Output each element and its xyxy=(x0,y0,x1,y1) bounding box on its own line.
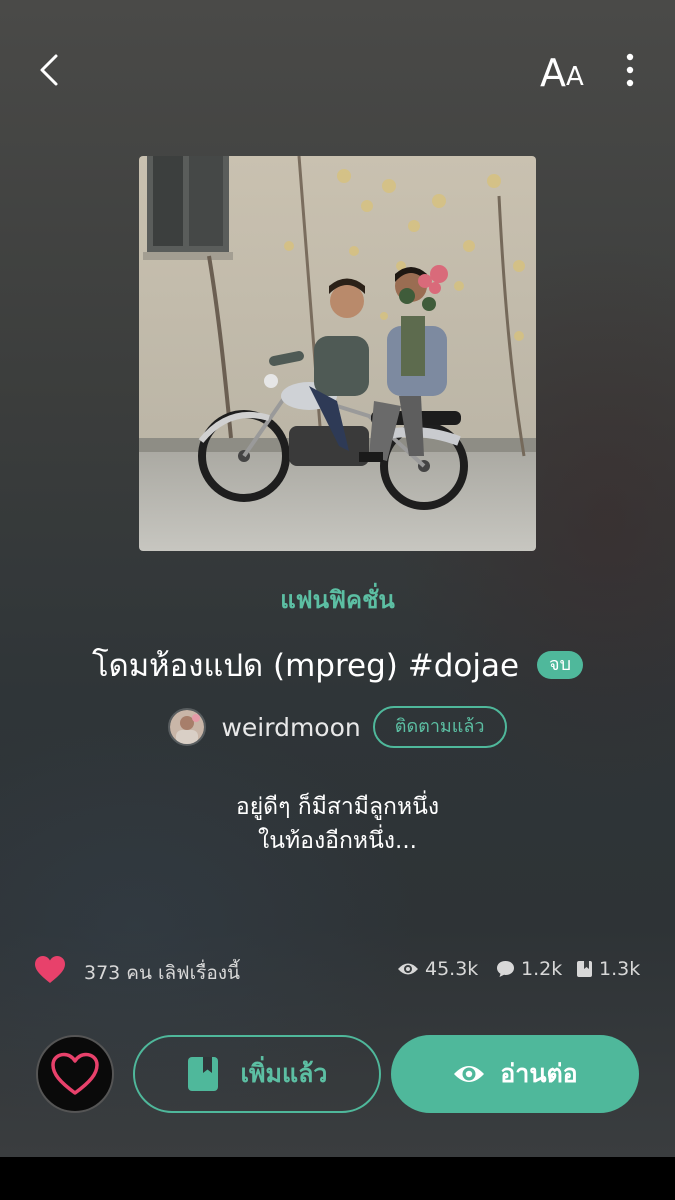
stats-row: 373 คน เลิฟเรื่องนี้ 45.3k 1.2k 1.3k xyxy=(0,950,675,990)
synopsis: อยู่ดีๆ ก็มีสามีลูกหนึ่ง ในท้องอีกหนึ่ง.… xyxy=(0,790,675,858)
cover-image xyxy=(139,156,536,551)
bookmark-book-icon xyxy=(187,1057,218,1091)
library-button-label: เพิ่มแล้ว xyxy=(240,1059,328,1088)
font-size-button[interactable]: AA xyxy=(540,48,592,92)
avatar[interactable] xyxy=(168,708,207,746)
like-button[interactable] xyxy=(36,1035,114,1113)
author-name[interactable]: weirdmoon xyxy=(221,713,360,742)
continue-reading-button[interactable]: อ่านต่อ xyxy=(391,1035,639,1113)
heart-icon xyxy=(35,956,65,983)
synopsis-line: อยู่ดีๆ ก็มีสามีลูกหนึ่ง xyxy=(235,794,440,820)
add-to-library-button[interactable]: เพิ่มแล้ว xyxy=(133,1035,381,1113)
comment-icon xyxy=(497,961,514,977)
back-arrow-icon xyxy=(40,54,58,86)
synopsis-line: ในท้องอีกหนึ่ง... xyxy=(258,828,417,854)
heart-icon xyxy=(51,1052,99,1095)
story-title: โดมห้องแปด (mpreg) #dojae xyxy=(91,648,520,684)
back-button[interactable] xyxy=(30,50,70,90)
views-count: 45.3k xyxy=(425,958,479,980)
comments-count: 1.2k xyxy=(521,958,563,980)
font-size-icon-small: A xyxy=(566,62,584,92)
font-size-icon-large: A xyxy=(540,51,566,95)
author-row: weirdmoon ติดตามแล้ว xyxy=(0,704,675,750)
story-category[interactable]: แฟนฟิคชั่น xyxy=(0,580,675,619)
follow-button[interactable]: ติดตามแล้ว xyxy=(372,706,507,748)
comments-stat: 1.2k xyxy=(496,958,562,980)
top-bar: AA xyxy=(0,40,675,100)
system-navigation-bar xyxy=(0,1157,675,1200)
status-badge: จบ xyxy=(537,651,584,679)
views-stat: 45.3k xyxy=(397,958,478,980)
bookmark-book-icon xyxy=(577,961,592,977)
title-row: โดมห้องแปด (mpreg) #dojae จบ xyxy=(0,640,675,690)
eye-icon xyxy=(398,963,418,975)
eye-icon xyxy=(454,1066,485,1082)
library-count: 1.3k xyxy=(599,958,641,980)
more-options-button[interactable] xyxy=(615,50,645,90)
read-button-label: อ่านต่อ xyxy=(500,1059,578,1088)
more-vertical-icon xyxy=(626,53,634,87)
story-detail-screen: AA แฟนฟิคชั่น โดมห้องแปด (mpreg) #dojae … xyxy=(0,0,675,1157)
action-bar: เพิ่มแล้ว อ่านต่อ xyxy=(0,1033,675,1115)
love-count: 373 คน เลิฟเรื่องนี้ xyxy=(84,962,241,984)
library-stat: 1.3k xyxy=(576,958,640,980)
